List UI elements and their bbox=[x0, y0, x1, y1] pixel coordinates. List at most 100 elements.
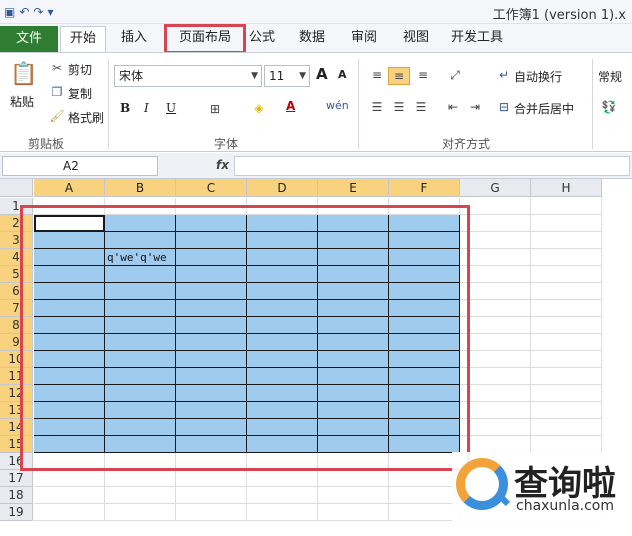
row-header[interactable]: 18 bbox=[0, 487, 33, 504]
decrease-indent-icon[interactable]: ⇤ bbox=[444, 99, 462, 115]
number-format-select[interactable]: 常规 bbox=[598, 68, 622, 85]
format-painter-icon[interactable]: 🖌 bbox=[49, 109, 64, 123]
bold-button[interactable]: B bbox=[120, 101, 130, 115]
cell[interactable] bbox=[318, 470, 389, 487]
cell[interactable] bbox=[34, 504, 105, 521]
cell[interactable] bbox=[460, 334, 531, 351]
redo-icon[interactable]: ↷ bbox=[33, 2, 43, 22]
formula-input[interactable] bbox=[234, 156, 630, 176]
cell[interactable] bbox=[531, 317, 602, 334]
copy-icon[interactable]: ❐ bbox=[50, 85, 64, 99]
row-header[interactable]: 19 bbox=[0, 504, 33, 521]
cell[interactable] bbox=[389, 487, 460, 504]
tab-formulas[interactable]: 公式 bbox=[244, 26, 280, 52]
cell[interactable] bbox=[531, 351, 602, 368]
align-left-icon[interactable]: ☰ bbox=[368, 99, 386, 115]
shrink-font-button[interactable]: A bbox=[338, 68, 347, 81]
column-header[interactable]: G bbox=[460, 179, 531, 197]
cell[interactable] bbox=[460, 249, 531, 266]
cell[interactable] bbox=[460, 402, 531, 419]
fill-color-icon[interactable]: ◈ bbox=[250, 99, 268, 117]
cell[interactable] bbox=[105, 504, 176, 521]
italic-button[interactable]: I bbox=[144, 101, 149, 115]
cell[interactable] bbox=[460, 419, 531, 436]
cell[interactable] bbox=[247, 470, 318, 487]
orientation-icon[interactable]: ⤢ bbox=[446, 67, 464, 83]
cell[interactable] bbox=[531, 300, 602, 317]
font-size-select[interactable]: 11 ▼ bbox=[264, 65, 310, 87]
align-middle-icon[interactable]: ≡ bbox=[388, 67, 410, 85]
select-all-corner[interactable] bbox=[0, 179, 33, 197]
cell[interactable] bbox=[531, 198, 602, 215]
cell[interactable] bbox=[531, 402, 602, 419]
row-header[interactable]: 17 bbox=[0, 470, 33, 487]
column-header[interactable]: F bbox=[389, 179, 460, 197]
column-header[interactable]: D bbox=[247, 179, 318, 197]
align-center-icon[interactable]: ☰ bbox=[390, 99, 408, 115]
cell[interactable] bbox=[460, 317, 531, 334]
wrap-text-button[interactable]: 自动换行 bbox=[514, 68, 562, 85]
column-header[interactable]: B bbox=[105, 179, 176, 197]
column-header[interactable]: E bbox=[318, 179, 389, 197]
cell[interactable] bbox=[318, 504, 389, 521]
copy-button[interactable]: 复制 bbox=[68, 85, 92, 102]
cell[interactable] bbox=[460, 283, 531, 300]
cell[interactable] bbox=[34, 470, 105, 487]
cell[interactable] bbox=[531, 385, 602, 402]
grow-font-button[interactable]: A bbox=[316, 65, 328, 83]
align-right-icon[interactable]: ☰ bbox=[412, 99, 430, 115]
currency-icon[interactable]: 💱 bbox=[600, 99, 618, 115]
cell[interactable] bbox=[460, 198, 531, 215]
scissors-icon[interactable]: ✂ bbox=[50, 61, 64, 75]
cell[interactable] bbox=[389, 504, 460, 521]
cut-button[interactable]: 剪切 bbox=[68, 61, 92, 78]
paste-button[interactable]: 粘贴 bbox=[10, 93, 34, 110]
fx-icon[interactable]: fx bbox=[216, 158, 229, 172]
align-bottom-icon[interactable]: ≡ bbox=[414, 67, 432, 83]
cell[interactable] bbox=[531, 283, 602, 300]
increase-indent-icon[interactable]: ⇥ bbox=[466, 99, 484, 115]
cell[interactable] bbox=[460, 385, 531, 402]
tab-view[interactable]: 视图 bbox=[396, 26, 436, 52]
cell[interactable] bbox=[531, 334, 602, 351]
cell[interactable] bbox=[531, 266, 602, 283]
cell[interactable] bbox=[460, 266, 531, 283]
tab-file[interactable]: 文件 bbox=[0, 26, 58, 52]
format-painter-button[interactable]: 格式刷 bbox=[68, 109, 104, 126]
tab-developer[interactable]: 开发工具 bbox=[446, 26, 508, 52]
cell[interactable] bbox=[318, 487, 389, 504]
tab-data[interactable]: 数据 bbox=[292, 26, 332, 52]
font-name-select[interactable]: 宋体 ▼ bbox=[114, 65, 262, 87]
borders-icon[interactable]: ⊞ bbox=[206, 100, 224, 118]
cell[interactable] bbox=[105, 470, 176, 487]
merge-center-button[interactable]: 合并后居中 bbox=[514, 100, 574, 117]
cell[interactable] bbox=[176, 470, 247, 487]
cell[interactable] bbox=[460, 436, 531, 453]
align-top-icon[interactable]: ≡ bbox=[368, 67, 386, 83]
cell[interactable] bbox=[176, 487, 247, 504]
cell[interactable] bbox=[531, 249, 602, 266]
underline-button[interactable]: U bbox=[166, 101, 176, 115]
cell[interactable] bbox=[531, 368, 602, 385]
column-header[interactable]: A bbox=[34, 179, 105, 197]
undo-icon[interactable]: ↶ bbox=[19, 2, 29, 22]
cell[interactable] bbox=[176, 504, 247, 521]
cell[interactable] bbox=[531, 419, 602, 436]
cell[interactable] bbox=[531, 215, 602, 232]
cell[interactable] bbox=[247, 504, 318, 521]
tab-review[interactable]: 审阅 bbox=[344, 26, 384, 52]
merge-center-icon[interactable]: ⊟ bbox=[496, 99, 512, 115]
tab-home[interactable]: 开始 bbox=[60, 26, 106, 52]
save-icon[interactable]: ▣ bbox=[4, 2, 15, 22]
cell[interactable] bbox=[531, 232, 602, 249]
customize-icon[interactable]: ▾ bbox=[47, 2, 53, 22]
cell[interactable] bbox=[460, 368, 531, 385]
cell[interactable] bbox=[460, 351, 531, 368]
cell[interactable] bbox=[531, 436, 602, 453]
phonetic-button[interactable]: wén bbox=[326, 99, 349, 112]
column-header[interactable]: C bbox=[176, 179, 247, 197]
column-header[interactable]: H bbox=[531, 179, 602, 197]
cell[interactable] bbox=[389, 470, 460, 487]
cell[interactable] bbox=[460, 215, 531, 232]
wrap-text-icon[interactable]: ↵ bbox=[496, 67, 512, 83]
